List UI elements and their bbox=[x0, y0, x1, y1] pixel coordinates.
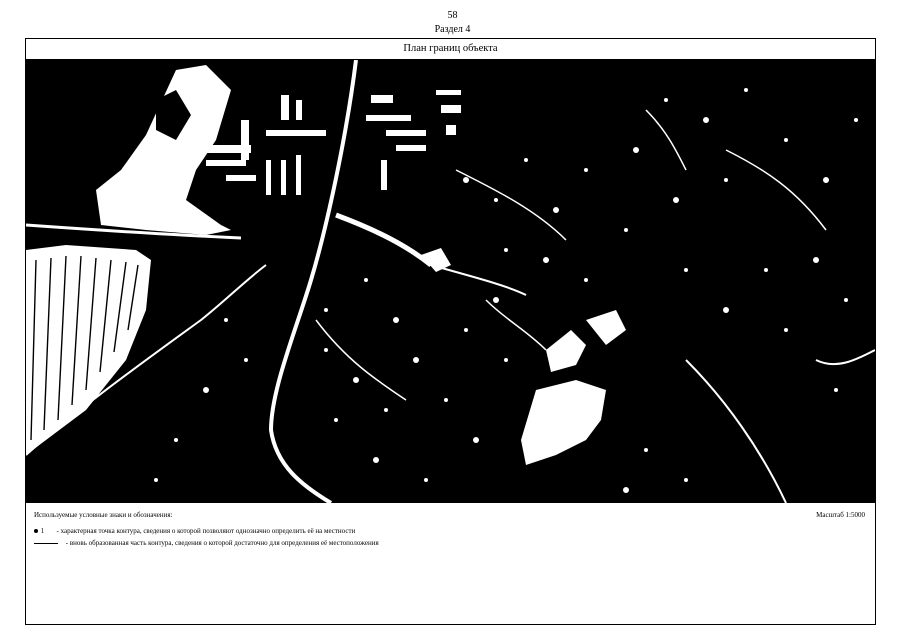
legend-line-row: - вновь образованная часть контура, свед… bbox=[34, 539, 434, 547]
point-description: - характерная точка контура, сведения о … bbox=[56, 527, 356, 535]
aerial-photo bbox=[26, 60, 875, 503]
point-marker-label: 1 bbox=[40, 527, 45, 535]
plan-title: План границ объекта bbox=[26, 39, 875, 60]
plan-frame: План границ объекта Используемые условны… bbox=[25, 38, 876, 625]
page-number: 58 bbox=[447, 10, 458, 21]
legend-point-row: 1 - характерная точка контура, сведения … bbox=[34, 527, 355, 535]
line-description: - вновь образованная часть контура, свед… bbox=[65, 539, 379, 547]
point-marker-icon bbox=[34, 529, 38, 534]
scale-label: Масштаб 1:5000 bbox=[816, 511, 865, 519]
boundary-line-icon bbox=[34, 542, 58, 544]
section-title: Раздел 4 bbox=[434, 24, 471, 35]
legend-title: Используемые условные знаки и обозначени… bbox=[34, 511, 173, 519]
aerial-map bbox=[26, 60, 875, 503]
